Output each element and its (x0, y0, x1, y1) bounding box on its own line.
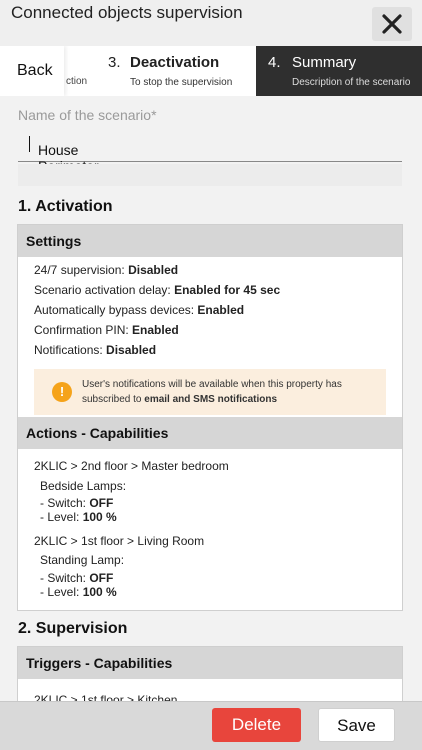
step-summary[interactable]: 4. Summary Description of the scenario (256, 46, 422, 96)
app-title: Connected objects supervision (11, 3, 243, 22)
setting-row: Scenario activation delay: Enabled for 4… (34, 283, 281, 297)
action-level: - Level: 100 % (40, 585, 117, 599)
activation-panel: Settings 24/7 supervision: Disabled Scen… (17, 224, 403, 611)
settings-header: Settings (18, 225, 402, 257)
step-subtitle: Description of the scenario (292, 77, 411, 88)
action-location: 2KLIC > 2nd floor > Master bedroom (34, 459, 229, 473)
scenario-name-label: Name of the scenario* (18, 107, 157, 123)
section-title-supervision: 2. Supervision (18, 620, 128, 637)
supervision-panel: Triggers - Capabilities 2KLIC > 1st floo… (17, 646, 403, 701)
scenario-name-input[interactable]: House Perimeter (18, 130, 402, 174)
actions-header-label: Actions - Capabilities (26, 425, 169, 441)
prev-step-subtitle: ction (66, 76, 88, 87)
action-switch: - Switch: OFF (40, 571, 114, 585)
actions-header: Actions - Capabilities (18, 417, 402, 449)
triggers-header: Triggers - Capabilities (18, 647, 402, 679)
close-button[interactable] (372, 7, 412, 41)
triggers-header-label: Triggers - Capabilities (26, 655, 173, 671)
settings-header-label: Settings (26, 233, 82, 249)
back-label: Back (17, 62, 53, 79)
summary-content[interactable]: Name of the scenario* House Perimeter 1.… (0, 96, 422, 701)
setting-row: Notifications: Disabled (34, 343, 157, 357)
step-number: 4. (268, 54, 281, 71)
setting-row: Confirmation PIN: Enabled (34, 323, 179, 337)
footer-bar: Delete Save (0, 701, 422, 750)
notification-notice: ! User's notifications will be available… (34, 369, 386, 415)
action-device: Standing Lamp: (40, 553, 125, 567)
save-button[interactable]: Save (318, 708, 395, 742)
step-deactivation[interactable]: 3. Deactivation To stop the supervision (97, 46, 256, 96)
close-icon (382, 14, 402, 34)
delete-button[interactable]: Delete (212, 708, 301, 742)
section-title-activation: 1. Activation (18, 198, 113, 215)
action-level: - Level: 100 % (40, 510, 117, 524)
step-name: Deactivation (130, 54, 220, 71)
action-device: Bedside Lamps: (40, 479, 127, 493)
warning-icon: ! (52, 382, 72, 402)
title-bar: Connected objects supervision (0, 0, 422, 46)
text-caret (29, 136, 30, 152)
setting-row: Automatically bypass devices: Enabled (34, 303, 245, 317)
action-location: 2KLIC > 1st floor > Living Room (34, 534, 205, 548)
trigger-location: 2KLIC > 1st floor > Kitchen (34, 693, 178, 701)
back-button[interactable]: Back (0, 46, 64, 96)
scenario-name-value: House Perimeter (28, 136, 99, 174)
step-number: 3. (108, 54, 121, 71)
setting-row: 24/7 supervision: Disabled (34, 263, 179, 277)
notice-text: User's notifications will be available w… (82, 379, 342, 405)
step-subtitle: To stop the supervision (130, 77, 233, 88)
field-spacer (18, 164, 402, 186)
action-switch: - Switch: OFF (40, 496, 114, 510)
stepper: Back ction 3. Deactivation To stop the s… (0, 46, 422, 96)
step-name: Summary (292, 54, 357, 71)
